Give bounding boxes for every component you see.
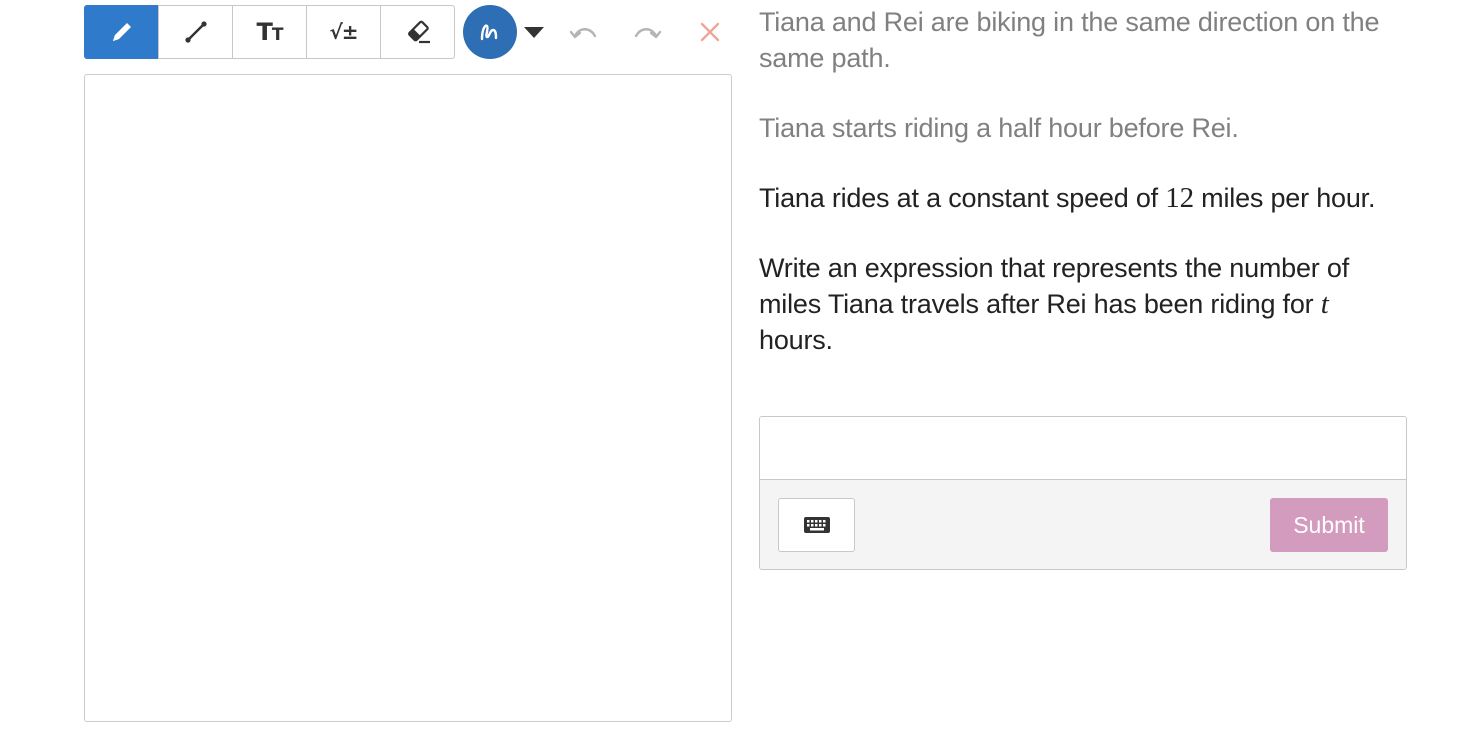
- pen-tool-button[interactable]: [84, 5, 159, 59]
- drawing-canvas[interactable]: [84, 74, 732, 722]
- prompt-text-after: hours.: [759, 325, 833, 355]
- math-tool-button[interactable]: √±: [306, 5, 381, 59]
- clear-button[interactable]: [690, 12, 730, 52]
- text-tool-button[interactable]: TT: [232, 5, 307, 59]
- answer-box: Submit: [759, 416, 1407, 570]
- redo-button[interactable]: [627, 12, 667, 52]
- submit-button[interactable]: Submit: [1270, 498, 1388, 552]
- speed-text-before: Tiana rides at a constant speed of: [759, 183, 1166, 213]
- text-icon-big-letter: T: [256, 18, 273, 46]
- eraser-icon: [407, 20, 430, 44]
- speed-text-after: miles per hour.: [1193, 183, 1376, 213]
- answer-input[interactable]: [760, 417, 1406, 480]
- tool-group: TT √±: [84, 5, 455, 59]
- keyboard-button[interactable]: [778, 498, 855, 552]
- answer-footer: Submit: [760, 480, 1406, 569]
- undo-icon: [569, 28, 597, 39]
- question-intro: Tiana and Rei are biking in the same dir…: [759, 7, 1380, 73]
- text-icon-small-letter: T: [271, 25, 284, 45]
- pencil-icon: [112, 23, 131, 41]
- color-picker-button[interactable]: [463, 5, 517, 59]
- question-speed-info: Tiana rides at a constant speed of 12 mi…: [759, 180, 1409, 216]
- squiggle-icon: [480, 24, 498, 41]
- undo-button[interactable]: [564, 12, 604, 52]
- keyboard-icon: [803, 517, 830, 533]
- caret-down-icon[interactable]: [524, 26, 544, 38]
- redo-icon: [634, 28, 662, 39]
- line-tool-icon: [184, 21, 207, 43]
- prompt-text-before: Write an expression that represents the …: [759, 253, 1350, 319]
- question-start-info: Tiana starts riding a half hour before R…: [759, 113, 1239, 143]
- speed-value: 12: [1165, 182, 1194, 214]
- eraser-tool-button[interactable]: [380, 5, 455, 59]
- page: TT √± Tiana and Rei are biking in the sa…: [0, 0, 1466, 735]
- close-icon: [700, 22, 720, 42]
- question-prompt: Write an expression that represents the …: [759, 250, 1409, 358]
- question-panel: Tiana and Rei are biking in the same dir…: [759, 4, 1409, 392]
- prompt-variable: t: [1320, 288, 1329, 320]
- drawing-toolbar: TT √±: [84, 5, 730, 59]
- text-size-icon: TT: [256, 18, 284, 46]
- sqrt-plus-minus-icon: √±: [329, 20, 358, 44]
- line-tool-button[interactable]: [158, 5, 233, 59]
